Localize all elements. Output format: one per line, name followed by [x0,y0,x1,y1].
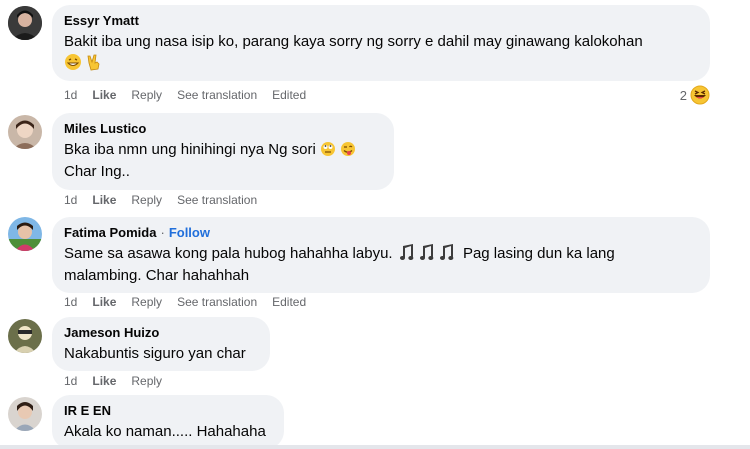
like-button[interactable]: Like [92,373,116,389]
see-translation-button[interactable]: See translation [177,87,257,103]
comment-text: Akala ko naman..... Hahahaha [64,421,272,443]
avatar-image-icon [8,217,42,251]
comment-miles: Miles Lustico Bka iba nmn ung hinihingi … [0,110,750,210]
like-button[interactable]: Like [92,294,116,310]
author-name[interactable]: Miles Lustico [64,120,146,137]
reaction-count: 2 [679,87,687,103]
comment-time[interactable]: 1d [64,373,77,389]
comment-author[interactable]: Jameson Huizo [64,324,258,341]
comment-author: Fatima Pomida · Follow [64,224,698,241]
avatar[interactable] [8,319,42,353]
comment-fatima: Fatima Pomida · Follow Same sa asawa kon… [0,212,750,312]
avatar[interactable] [8,6,42,40]
comment-actions: 1d Like Reply [64,373,162,389]
victory-hand-emoji-icon [87,54,100,71]
musical-notes-emoji-icon [399,244,454,260]
like-button[interactable]: Like [92,87,116,103]
reply-button[interactable]: Reply [131,294,162,310]
comment-actions: 1d Like Reply See translation Edited [64,294,306,310]
comment-text-line: Char Ing.. [64,163,130,180]
reply-button[interactable]: Reply [131,87,162,103]
winking-tongue-emoji-icon [341,142,356,156]
comment-time[interactable]: 1d [64,87,77,103]
comment-text: Bakit iba ung nasa isip ko, parang kaya … [64,31,698,53]
avatar-image-icon [8,397,42,431]
author-name[interactable]: Essyr Ymatt [64,12,139,29]
divider [0,445,750,449]
comment-time[interactable]: 1d [64,192,77,208]
edited-label[interactable]: Edited [272,87,306,103]
comment-ireen: IR E EN Akala ko naman..... Hahahaha [0,394,750,449]
avatar[interactable] [8,217,42,251]
comment-jameson: Jameson Huizo Nakabuntis siguro yan char… [0,316,750,394]
comment-actions: 1d Like Reply See translation Edited [64,87,306,103]
reply-button[interactable]: Reply [131,373,162,389]
comment-author[interactable]: Essyr Ymatt [64,12,698,29]
avatar[interactable] [8,115,42,149]
comment-text: Char Ing.. [64,161,382,183]
comment-bubble: IR E EN Akala ko naman..... Hahahaha [52,395,284,449]
comment-text-content: Bakit iba ung nasa isip ko, parang kaya … [64,33,643,50]
grinning-emoji-icon [65,54,81,70]
author-name[interactable]: IR E EN [64,402,111,419]
comment-emoji-row [64,53,698,75]
comment-author[interactable]: Miles Lustico [64,120,382,137]
comment-essyr: Essyr Ymatt Bakit iba ung nasa isip ko, … [0,0,750,105]
see-translation-button[interactable]: See translation [177,192,257,208]
comment-actions: 1d Like Reply See translation [64,192,257,208]
comment-text-line: Bka iba nmn ung hinihingi nya Ng sori [64,141,316,158]
avatar-image-icon [8,319,42,353]
comment-text: Nakabuntis siguro yan char [64,343,258,365]
comment-text-content: Nakabuntis siguro yan char [64,345,246,362]
follow-button[interactable]: Follow [169,224,210,241]
rolling-eyes-emoji-icon [321,142,335,156]
comment-text-content: Akala ko naman..... Hahahaha [64,423,266,440]
avatar[interactable] [8,397,42,431]
comment-text-line: Same sa asawa kong pala hubog hahahha la… [64,245,393,262]
comment-time[interactable]: 1d [64,294,77,310]
author-name[interactable]: Jameson Huizo [64,324,159,341]
comment-bubble: Essyr Ymatt Bakit iba ung nasa isip ko, … [52,5,710,81]
comment-text: Bka iba nmn ung hinihingi nya Ng sori [64,139,382,161]
comment-bubble: Fatima Pomida · Follow Same sa asawa kon… [52,217,710,293]
avatar-image-icon [8,6,42,40]
comment-bubble: Jameson Huizo Nakabuntis siguro yan char [52,317,270,371]
avatar-image-icon [8,115,42,149]
comment-text-line: malambing. Char hahahhah [64,267,250,284]
haha-reaction-icon [690,85,710,105]
separator-dot: · [160,225,165,240]
like-button[interactable]: Like [92,192,116,208]
comment-text-line: Pag lasing dun ka lang [462,245,615,262]
reply-button[interactable]: Reply [131,192,162,208]
comment-author[interactable]: IR E EN [64,402,272,419]
comment-bubble: Miles Lustico Bka iba nmn ung hinihingi … [52,113,394,190]
edited-label[interactable]: Edited [272,294,306,310]
author-name[interactable]: Fatima Pomida [64,224,156,241]
comment-text: malambing. Char hahahhah [64,265,698,287]
see-translation-button[interactable]: See translation [177,294,257,310]
comment-text: Same sa asawa kong pala hubog hahahha la… [64,243,698,265]
reaction-summary[interactable]: 2 [680,85,710,105]
